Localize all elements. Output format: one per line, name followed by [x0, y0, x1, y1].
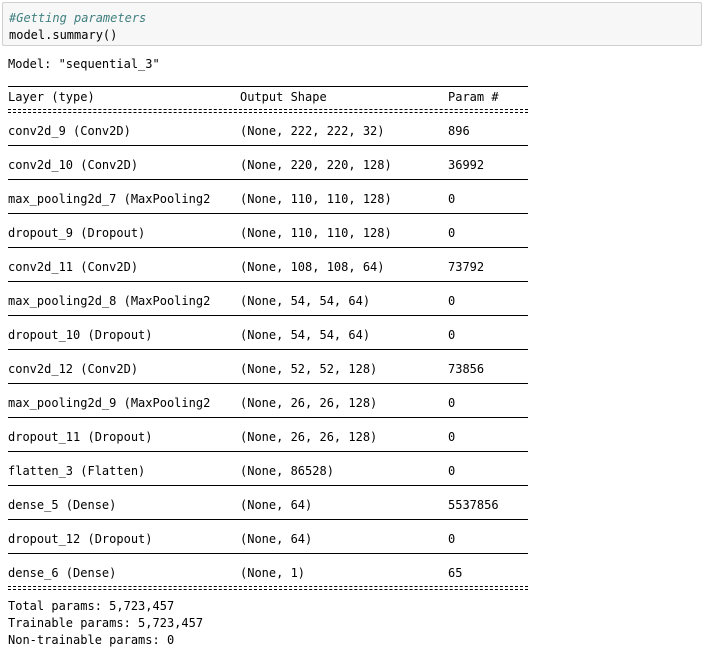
- output-shape-cell: (None, 1): [240, 566, 306, 580]
- layer-name-cell: dense_6 (Dense): [8, 566, 117, 580]
- table-row: max_pooling2d_9 (MaxPooling2 (None, 26, 2…: [8, 395, 528, 411]
- output-shape-cell: (None, 26, 26, 128): [240, 396, 378, 410]
- output-shape-cell: (None, 26, 26, 128): [240, 430, 378, 444]
- output-shape-cell: (None, 220, 220, 128): [240, 158, 392, 172]
- table-row: conv2d_9 (Conv2D) (None, 222, 222, 32) 896: [8, 123, 528, 139]
- summary-top-rule: [8, 86, 528, 87]
- layer-name-cell: dropout_12 (Dropout): [8, 532, 153, 546]
- code-cell-input[interactable]: #Getting parameters model.summary(): [2, 2, 702, 46]
- param-count-cell: 65: [448, 566, 463, 580]
- table-row: conv2d_10 (Conv2D) (None, 220, 220, 128) 3…: [8, 157, 528, 173]
- output-shape-cell: (None, 222, 222, 32): [240, 124, 385, 138]
- param-count-cell: 5537856: [448, 498, 499, 512]
- total-params: Total params: 5,723,457: [8, 599, 175, 613]
- header-param-count: Param #: [448, 90, 499, 104]
- row-separator: [8, 315, 528, 316]
- output-shape-cell: (None, 64): [240, 498, 313, 512]
- table-row: dropout_10 (Dropout) (None, 54, 54, 64) 0: [8, 327, 528, 343]
- param-count-cell: 36992: [448, 158, 485, 172]
- row-separator: [8, 417, 528, 418]
- table-row: conv2d_12 (Conv2D) (None, 52, 52, 128) 738…: [8, 361, 528, 377]
- table-row: dropout_11 (Dropout) (None, 26, 26, 128) 0: [8, 429, 528, 445]
- param-count-cell: 0: [448, 226, 456, 240]
- output-shape-cell: (None, 108, 108, 64): [240, 260, 385, 274]
- table-row: dense_5 (Dense) (None, 64) 5537856: [8, 497, 528, 513]
- param-count-cell: 73792: [448, 260, 485, 274]
- cell-output: Model: "sequential_3" Layer (type) Outpu…: [8, 50, 698, 648]
- layer-name-cell: conv2d_12 (Conv2D): [8, 362, 139, 376]
- layer-name-cell: max_pooling2d_7 (MaxPooling2: [8, 192, 211, 206]
- output-shape-cell: (None, 64): [240, 532, 313, 546]
- layer-name-cell: conv2d_10 (Conv2D): [8, 158, 139, 172]
- param-count-cell: 0: [448, 464, 456, 478]
- row-separator: [8, 145, 528, 146]
- row-separator: [8, 213, 528, 214]
- layer-name-cell: dropout_9 (Dropout): [8, 226, 146, 240]
- row-separator: [8, 383, 528, 384]
- param-count-cell: 0: [448, 328, 456, 342]
- layer-name-cell: conv2d_9 (Conv2D): [8, 124, 131, 138]
- layer-name-cell: max_pooling2d_8 (MaxPooling2: [8, 294, 211, 308]
- param-count-cell: 73856: [448, 362, 485, 376]
- table-row: dropout_9 (Dropout) (None, 110, 110, 128)…: [8, 225, 528, 241]
- row-separator: [8, 553, 528, 554]
- code-statement: model.summary(): [9, 28, 118, 42]
- output-shape-cell: (None, 110, 110, 128): [240, 226, 392, 240]
- row-separator: [8, 349, 528, 350]
- row-separator: [8, 247, 528, 248]
- row-separator: [8, 485, 528, 486]
- summary-header-double-rule: [8, 109, 528, 113]
- table-row: dense_6 (Dense) (None, 1) 65: [8, 565, 528, 581]
- layer-name-cell: dropout_11 (Dropout): [8, 430, 153, 444]
- table-row: max_pooling2d_8 (MaxPooling2 (None, 54, 5…: [8, 293, 528, 309]
- output-shape-cell: (None, 110, 110, 128): [240, 192, 392, 206]
- layer-name-cell: conv2d_11 (Conv2D): [8, 260, 139, 274]
- layer-name-cell: dropout_10 (Dropout): [8, 328, 153, 342]
- param-count-cell: 0: [448, 396, 456, 410]
- output-shape-cell: (None, 54, 54, 64): [240, 294, 371, 308]
- table-row: dropout_12 (Dropout) (None, 64) 0: [8, 531, 528, 547]
- param-count-cell: 0: [448, 294, 456, 308]
- trainable-params: Trainable params: 5,723,457: [8, 616, 204, 630]
- param-count-cell: 0: [448, 192, 456, 206]
- model-name-line: Model: "sequential_3": [8, 57, 160, 71]
- header-output-shape: Output Shape: [240, 90, 327, 104]
- output-shape-cell: (None, 54, 54, 64): [240, 328, 371, 342]
- table-row: max_pooling2d_7 (MaxPooling2 (None, 110, …: [8, 191, 528, 207]
- layer-name-cell: max_pooling2d_9 (MaxPooling2: [8, 396, 211, 410]
- code-comment: #Getting parameters: [9, 11, 147, 25]
- non-trainable-params: Non-trainable params: 0: [8, 633, 175, 647]
- layer-name-cell: dense_5 (Dense): [8, 498, 117, 512]
- summary-bottom-double-rule: [8, 586, 528, 590]
- table-row: flatten_3 (Flatten) (None, 86528) 0: [8, 463, 528, 479]
- output-shape-cell: (None, 52, 52, 128): [240, 362, 378, 376]
- row-separator: [8, 281, 528, 282]
- param-count-cell: 0: [448, 430, 456, 444]
- row-separator: [8, 179, 528, 180]
- row-separator: [8, 451, 528, 452]
- param-count-cell: 0: [448, 532, 456, 546]
- row-separator: [8, 519, 528, 520]
- layer-name-cell: flatten_3 (Flatten): [8, 464, 146, 478]
- output-shape-cell: (None, 86528): [240, 464, 334, 478]
- param-count-cell: 896: [448, 124, 470, 138]
- table-row: conv2d_11 (Conv2D) (None, 108, 108, 64) 73…: [8, 259, 528, 275]
- header-layer-type: Layer (type): [8, 90, 95, 104]
- summary-header-row: Layer (type) Output Shape Param #: [8, 89, 528, 105]
